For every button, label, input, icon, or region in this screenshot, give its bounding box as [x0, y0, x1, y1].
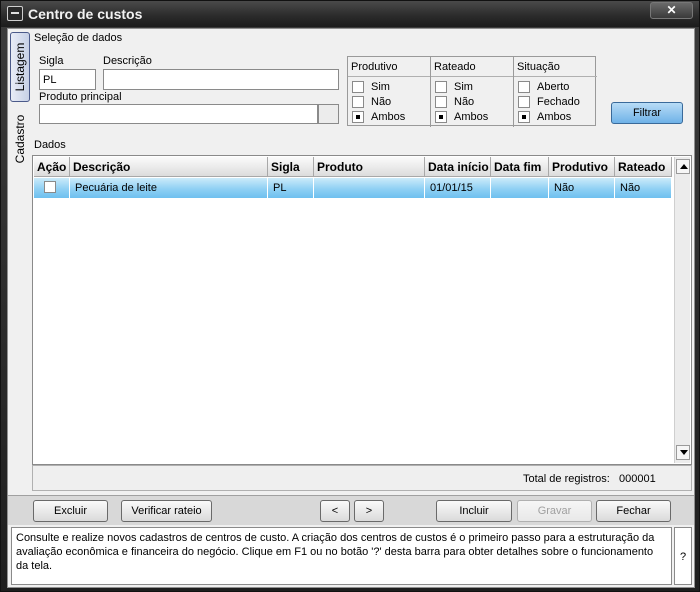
option-label: Sim — [454, 81, 473, 93]
cell-rateado: Não — [615, 178, 672, 198]
checkbox[interactable] — [435, 81, 447, 93]
app-menu-icon[interactable] — [7, 6, 23, 21]
descricao-label: Descrição — [103, 55, 152, 67]
tab-cadastro-label: Cadastro — [13, 114, 27, 164]
column-header-acao[interactable]: Ação — [34, 157, 70, 177]
produto-principal-label: Produto principal — [39, 91, 122, 103]
checkbox-checked[interactable] — [518, 111, 530, 123]
cell-sigla: PL — [268, 178, 314, 198]
column-header-rateado[interactable]: Rateado — [615, 157, 672, 177]
close-button[interactable]: ✕ — [650, 2, 693, 19]
data-grid: Ação Descrição Sigla Produto Data início… — [32, 155, 692, 465]
option-label: Aberto — [537, 81, 570, 93]
verificar-rateio-button[interactable]: Verificar rateio — [121, 500, 212, 522]
situacao-fechado-option[interactable]: Fechado — [518, 96, 580, 109]
client-area: Listagem Cadastro Seleção de dados Sigla… — [7, 28, 695, 588]
help-question-button[interactable]: ? — [674, 527, 692, 585]
situacao-aberto-option[interactable]: Aberto — [518, 81, 569, 94]
option-label: Ambos — [371, 111, 406, 123]
checkbox[interactable] — [518, 96, 530, 108]
checkbox-checked[interactable] — [352, 111, 364, 123]
previous-button[interactable]: < — [320, 500, 350, 522]
cell-data-fim — [491, 178, 549, 198]
total-label: Total de registros: — [523, 473, 610, 485]
window: Centro de custos ✕ Listagem Cadastro Sel… — [0, 0, 700, 592]
option-label: Ambos — [537, 111, 572, 123]
produtivo-title: Produtivo — [351, 61, 398, 73]
checkbox[interactable] — [435, 96, 447, 108]
row-select-checkbox[interactable] — [44, 181, 56, 193]
cell-produto — [314, 178, 425, 198]
window-title: Centro de custos — [28, 6, 143, 22]
total-value: 000001 — [619, 473, 656, 485]
rateado-sim-option[interactable]: Sim — [435, 81, 473, 94]
action-bar: Excluir Verificar rateio < > Incluir Gra… — [8, 495, 694, 525]
column-header-produtivo[interactable]: Produtivo — [549, 157, 615, 177]
column-header-sigla[interactable]: Sigla — [268, 157, 314, 177]
excluir-button[interactable]: Excluir — [33, 500, 108, 522]
rateado-ambos-option[interactable]: Ambos — [435, 111, 488, 124]
filter-options-box: Produtivo Sim Não Ambos Rateado Sim Não … — [347, 56, 597, 127]
option-label: Ambos — [454, 111, 489, 123]
produtivo-nao-option[interactable]: Não — [352, 96, 391, 109]
column-header-descricao[interactable]: Descrição — [70, 157, 268, 177]
sigla-label: Sigla — [39, 55, 64, 67]
cell-produtivo: Não — [549, 178, 615, 198]
total-bar: Total de registros: 000001 — [32, 465, 692, 491]
fechar-button[interactable]: Fechar — [596, 500, 671, 522]
tab-listagem[interactable]: Listagem — [10, 32, 30, 102]
row-action-cell[interactable] — [34, 178, 70, 198]
title-bar: Centro de custos ✕ — [1, 1, 699, 27]
filtrar-button[interactable]: Filtrar — [611, 102, 683, 124]
option-label: Não — [454, 96, 475, 108]
produtivo-group: Produtivo Sim Não Ambos — [348, 57, 431, 127]
checkbox[interactable] — [352, 81, 364, 93]
rateado-group: Rateado Sim Não Ambos — [431, 57, 514, 127]
descricao-input[interactable] — [103, 69, 339, 90]
cell-data-inicio: 01/01/15 — [425, 178, 491, 198]
data-section-label: Dados — [34, 139, 66, 151]
checkbox[interactable] — [352, 96, 364, 108]
gravar-button[interactable]: Gravar — [517, 500, 592, 522]
option-label: Fechado — [537, 96, 580, 108]
column-header-produto[interactable]: Produto — [314, 157, 425, 177]
produtivo-ambos-option[interactable]: Ambos — [352, 111, 405, 124]
incluir-button[interactable]: Incluir — [436, 500, 512, 522]
checkbox-checked[interactable] — [435, 111, 447, 123]
situacao-title: Situação — [517, 61, 560, 73]
produtivo-sim-option[interactable]: Sim — [352, 81, 390, 94]
option-label: Não — [371, 96, 392, 108]
vertical-scrollbar[interactable] — [674, 157, 690, 463]
situacao-ambos-option[interactable]: Ambos — [518, 111, 571, 124]
produto-principal-input[interactable] — [39, 104, 318, 124]
checkbox[interactable] — [518, 81, 530, 93]
option-label: Sim — [371, 81, 390, 93]
situacao-group: Situação Aberto Fechado Ambos — [514, 57, 597, 127]
tab-cadastro[interactable]: Cadastro — [10, 111, 30, 167]
tab-listagem-label: Listagem — [13, 42, 27, 92]
selection-group-label: Seleção de dados — [34, 32, 123, 44]
rateado-title: Rateado — [434, 61, 476, 73]
rateado-nao-option[interactable]: Não — [435, 96, 474, 109]
scroll-down-arrow-icon[interactable] — [676, 445, 690, 460]
scroll-up-arrow-icon[interactable] — [676, 159, 690, 174]
sigla-input[interactable]: PL — [39, 69, 96, 90]
cell-descricao: Pecuária de leite — [70, 178, 268, 198]
column-header-data-fim[interactable]: Data fim — [491, 157, 549, 177]
produto-lookup-button[interactable] — [318, 104, 339, 124]
column-header-data-inicio[interactable]: Data início — [425, 157, 491, 177]
next-button[interactable]: > — [354, 500, 384, 522]
help-text: Consulte e realize novos cadastros de ce… — [11, 527, 672, 585]
